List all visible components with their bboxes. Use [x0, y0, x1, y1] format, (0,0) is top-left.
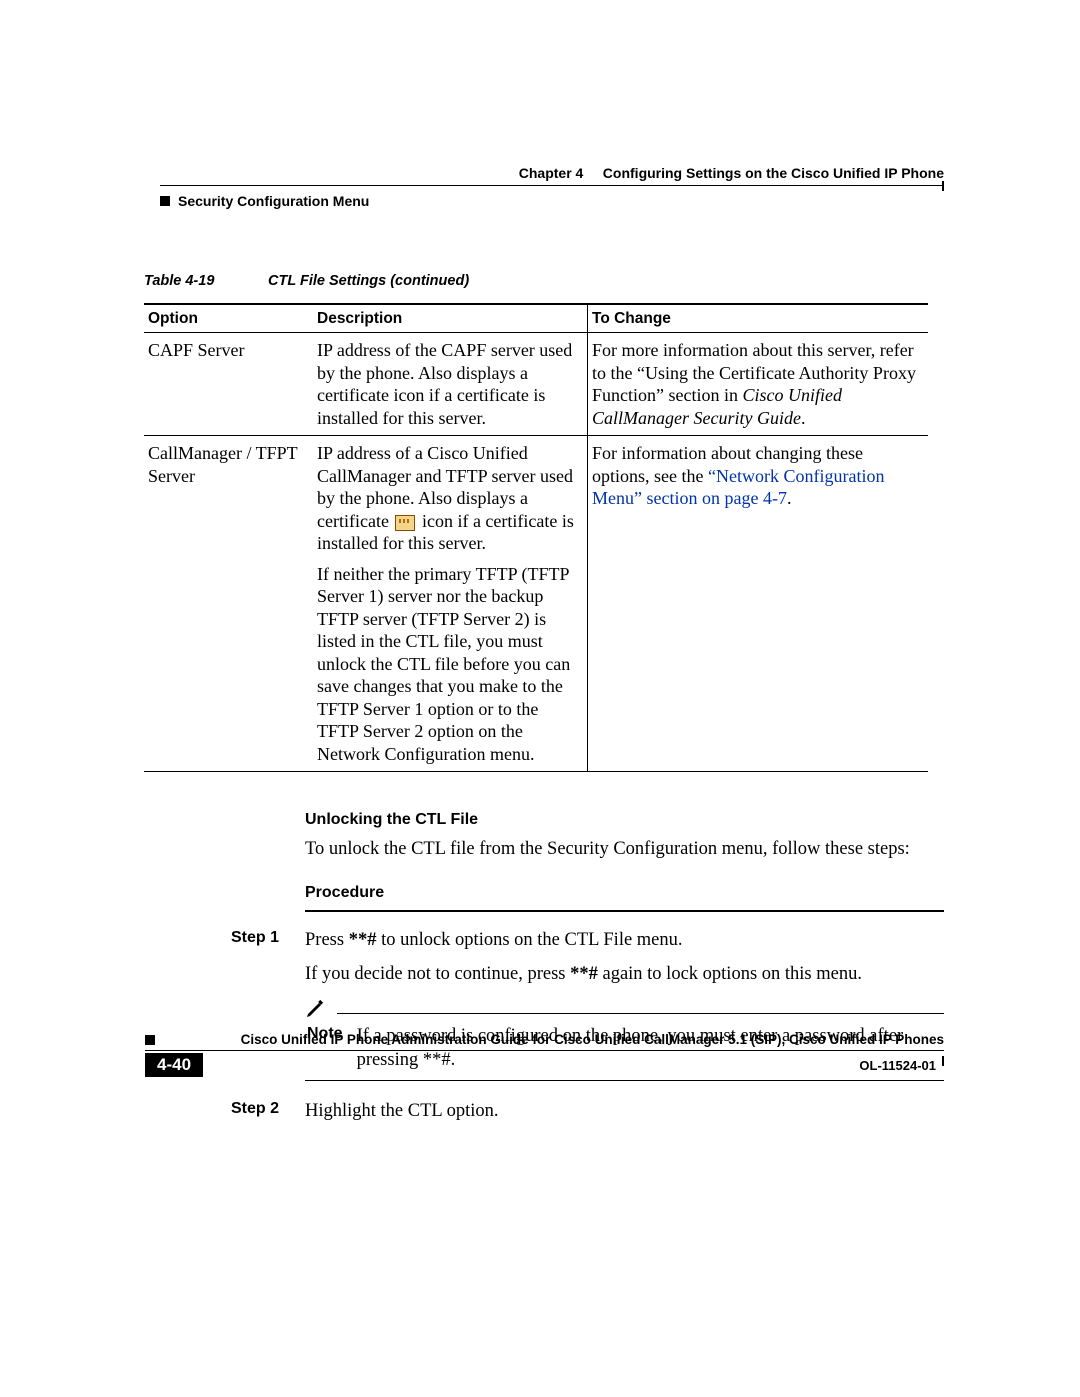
col-header-to-change: To Change [588, 304, 929, 333]
note-pencil-icon [305, 996, 327, 1018]
table-row: CallManager / TFPT Server IP address of … [144, 436, 928, 772]
cell-option: CallManager / TFPT Server [144, 436, 313, 772]
cell-option: CAPF Server [144, 333, 313, 436]
table-caption: Table 4-19 CTL File Settings (continued) [144, 273, 944, 289]
guide-title: Cisco Unified IP Phone Administration Gu… [163, 1032, 944, 1047]
section-title: Security Configuration Menu [178, 193, 369, 209]
step-body: Highlight the CTL option. [305, 1099, 944, 1133]
procedure-step: Step 2 Highlight the CTL option. [305, 1099, 944, 1133]
step-label: Step 2 [231, 1099, 289, 1133]
h3-unlocking: Unlocking the CTL File [305, 810, 944, 831]
table-number: Table 4-19 [144, 273, 264, 289]
page-footer: Cisco Unified IP Phone Administration Gu… [145, 1032, 944, 1077]
table-title: CTL File Settings (continued) [268, 273, 469, 289]
header-rule [160, 185, 944, 187]
document-id: OL-11524-01 [203, 1058, 936, 1073]
section-header: Security Configuration Menu [160, 193, 944, 209]
cell-description: IP address of a Cisco Unified CallManage… [313, 436, 588, 772]
footer-marker-icon [145, 1035, 155, 1045]
chapter-header: Chapter 4 Configuring Settings on the Ci… [160, 165, 944, 181]
ctl-file-settings-table: Option Description To Change CAPF Server… [144, 303, 928, 772]
section-marker-icon [160, 196, 170, 206]
col-header-description: Description [313, 304, 588, 333]
table-header-row: Option Description To Change [144, 304, 928, 333]
chapter-number: Chapter 4 [519, 165, 584, 181]
cell-description: IP address of the CAPF server used by th… [313, 333, 588, 436]
col-header-option: Option [144, 304, 313, 333]
procedure-steps: Step 1 Press **# to unlock options on th… [305, 910, 944, 1133]
cell-to-change: For more information about this server, … [588, 333, 929, 436]
intro-paragraph: To unlock the CTL file from the Security… [305, 837, 944, 861]
certificate-icon [395, 515, 415, 531]
footer-tick-icon [942, 1056, 944, 1066]
table-row: CAPF Server IP address of the CAPF serve… [144, 333, 928, 436]
chapter-title: Configuring Settings on the Cisco Unifie… [603, 165, 944, 181]
procedure-label: Procedure [305, 883, 944, 904]
cell-to-change: For information about changing these opt… [588, 436, 929, 772]
page-number-badge: 4-40 [145, 1053, 203, 1077]
